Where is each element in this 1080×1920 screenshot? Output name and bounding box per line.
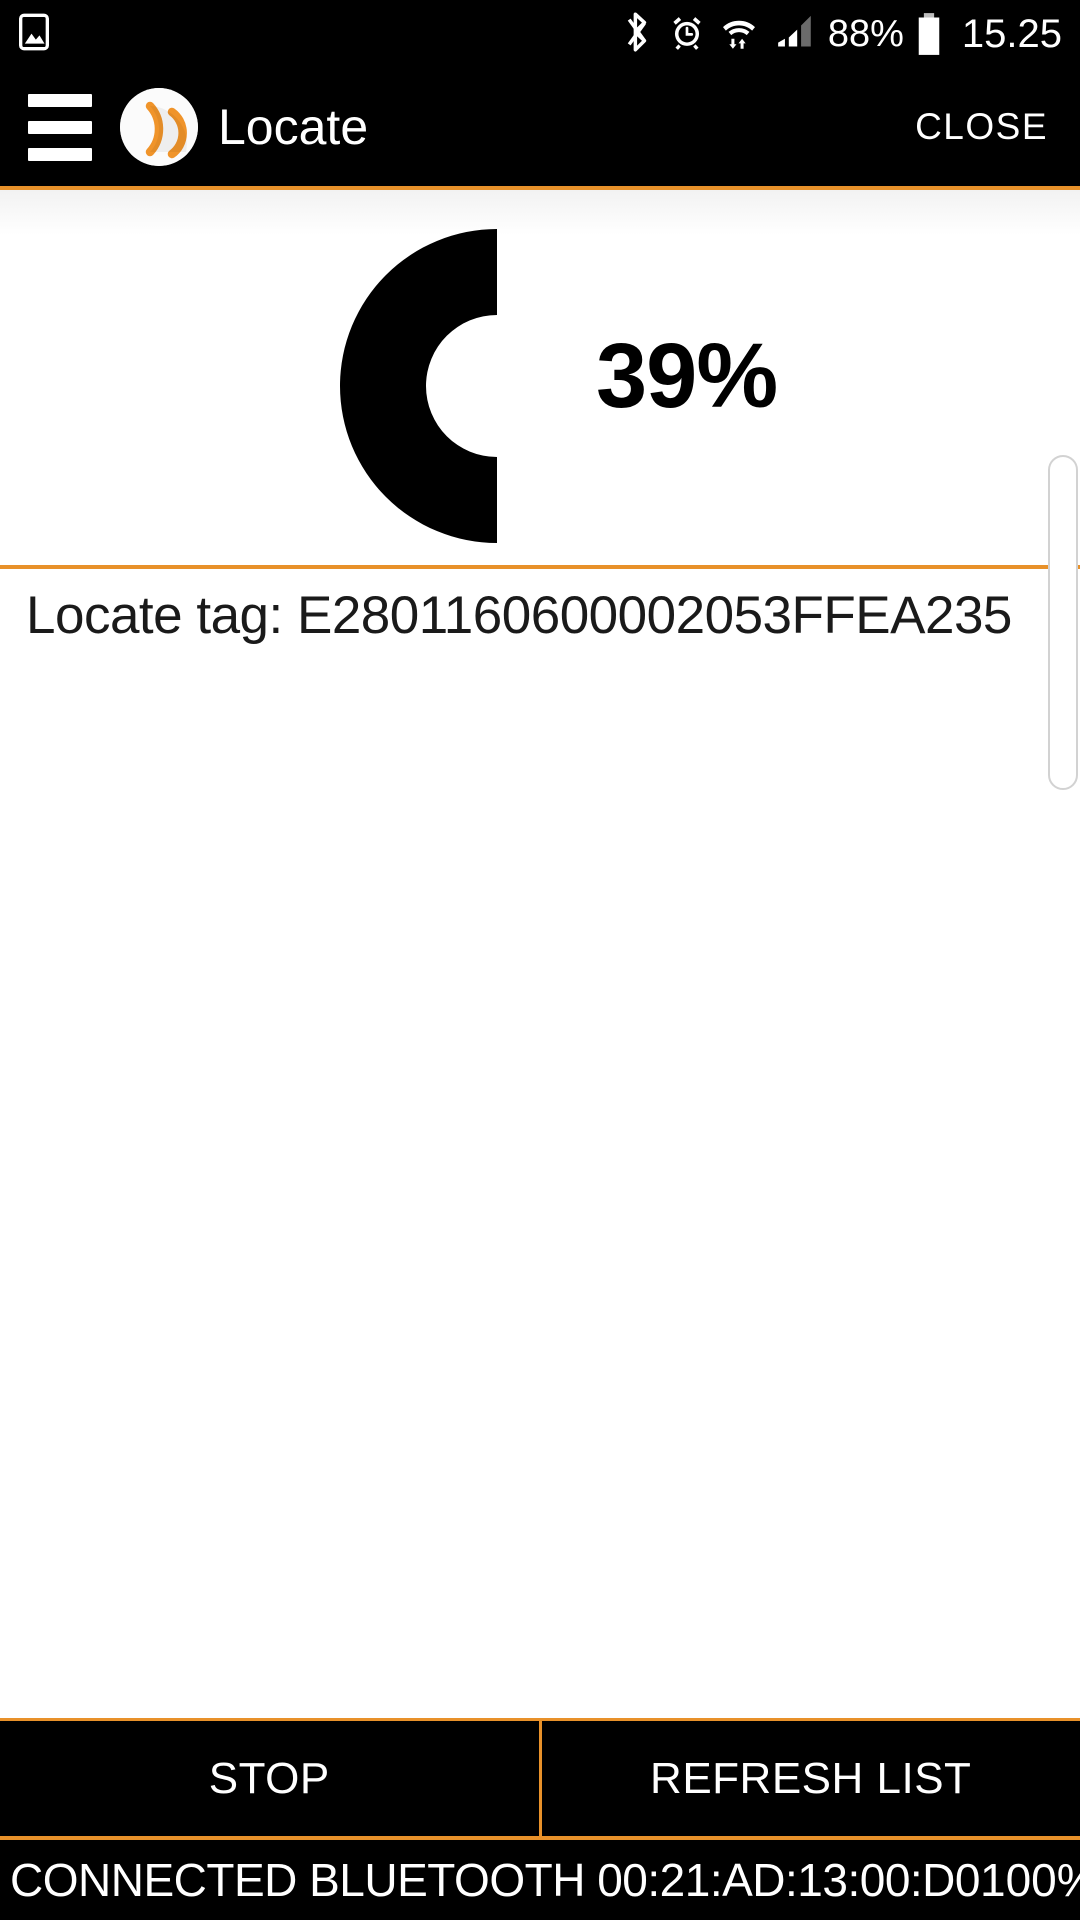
cellular-signal-icon	[772, 12, 814, 57]
scrollbar[interactable]	[1048, 455, 1078, 790]
rss-waves-logo-icon	[120, 88, 198, 166]
connection-battery-group: 100%	[980, 1852, 1080, 1909]
wifi-icon	[720, 12, 758, 57]
clock-label: 15.25	[961, 12, 1062, 56]
refresh-list-button[interactable]: REFRESH LIST	[542, 1721, 1080, 1836]
stop-button[interactable]: STOP	[0, 1721, 539, 1836]
connection-battery-label: 100%	[979, 1854, 1080, 1906]
battery-icon	[914, 12, 944, 56]
connection-status-label: CONNECTED BLUETOOTH 00:21:AD:13:00:D0	[10, 1854, 980, 1906]
close-button[interactable]: CLOSE	[909, 94, 1054, 160]
progress-arc	[340, 228, 497, 543]
progress-percent-label: 39%	[596, 324, 778, 427]
alarm-icon	[668, 13, 706, 56]
page-title: Locate	[218, 99, 369, 155]
system-status-bar: 88% 15.25	[0, 0, 1080, 68]
app-title-bar: Locate CLOSE	[0, 68, 1080, 190]
bluetooth-icon	[624, 11, 654, 57]
tag-row-value: E2801160600002053FFEA235	[296, 586, 1012, 645]
status-bar-system-icons: 88% 15.25	[624, 11, 1062, 57]
connection-status-bar: CONNECTED BLUETOOTH 00:21:AD:13:00:D0 10…	[0, 1836, 1080, 1920]
hamburger-bar	[28, 93, 92, 107]
hamburger-menu-icon[interactable]	[28, 93, 92, 161]
main-content: 39% Locate tag: E2801160600002053FFEA235	[0, 190, 1080, 1718]
progress-section: 39%	[0, 190, 1080, 569]
hamburger-bar	[28, 147, 92, 161]
image-icon	[14, 12, 54, 57]
action-button-bar: STOP REFRESH LIST	[0, 1718, 1080, 1836]
hamburger-bar	[28, 120, 92, 134]
tag-row-label: Locate tag:	[26, 586, 297, 645]
tag-list-panel: Locate tag: E2801160600002053FFEA235	[0, 455, 1080, 1718]
status-bar-notifications	[14, 12, 54, 57]
battery-percent-label: 88%	[827, 13, 904, 55]
list-item[interactable]: Locate tag: E2801160600002053FFEA235	[0, 569, 1080, 662]
